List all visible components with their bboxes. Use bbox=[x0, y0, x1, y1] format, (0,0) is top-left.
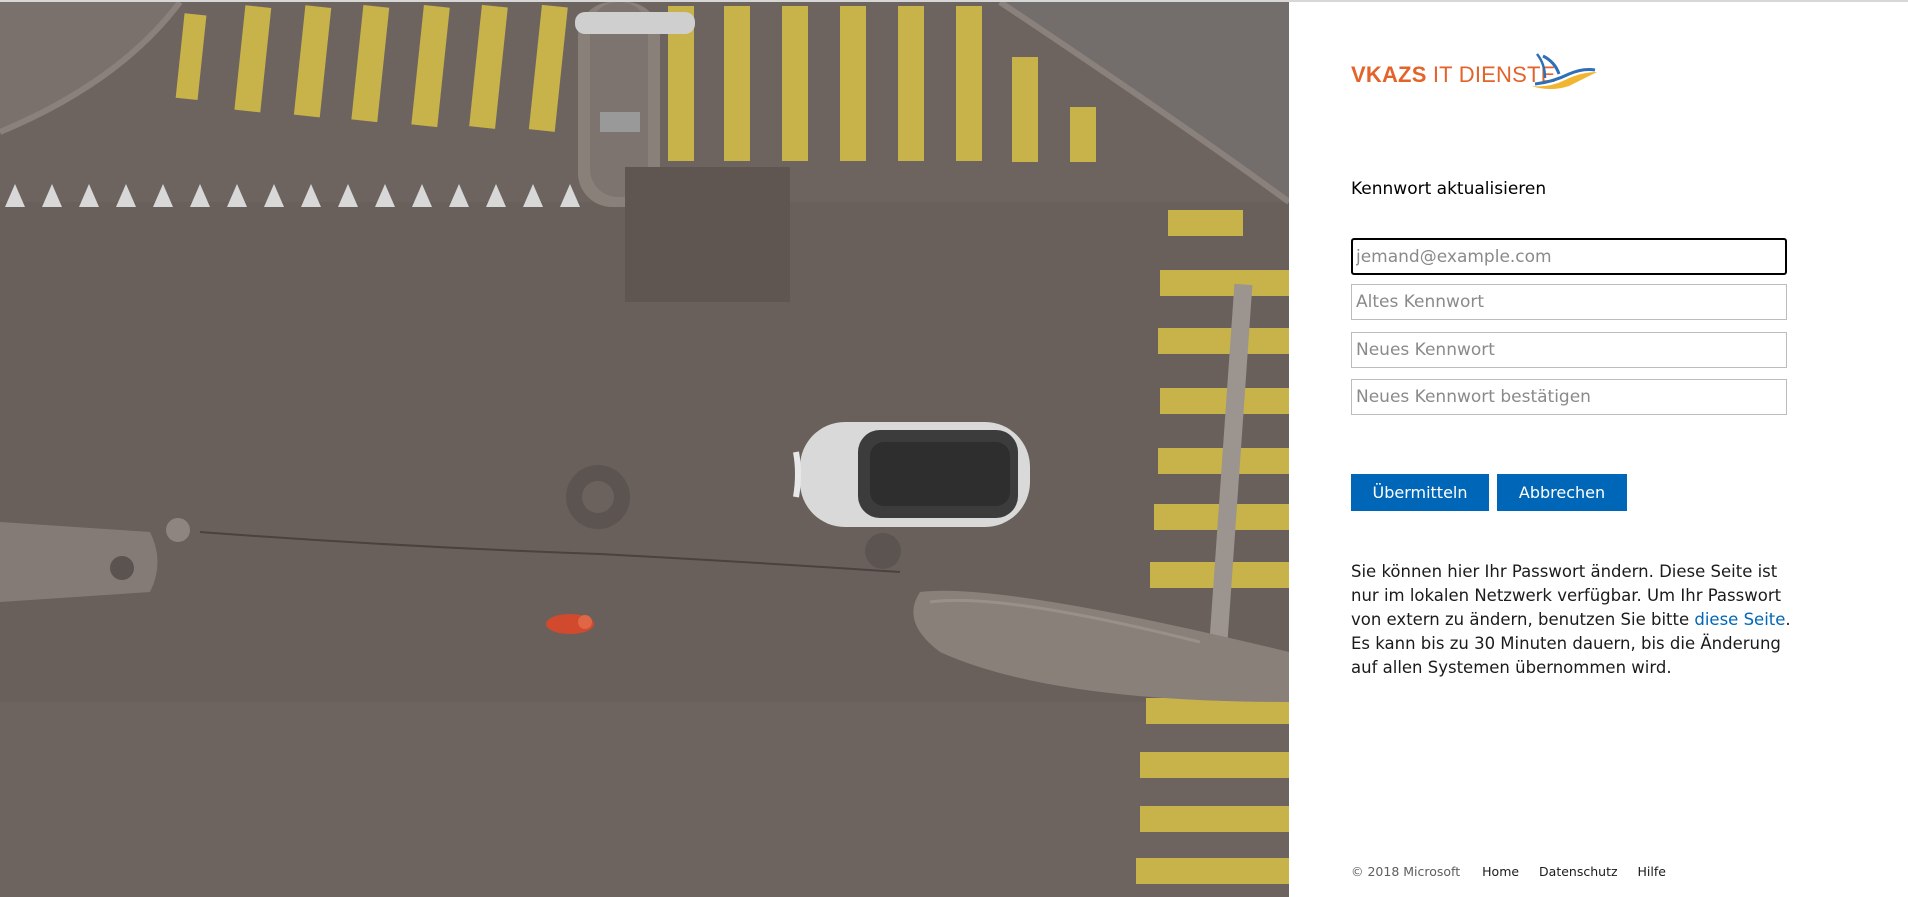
page-title: Kennwort aktualisieren bbox=[1351, 179, 1547, 199]
logo-brand-bold: VKAZS bbox=[1351, 62, 1427, 87]
background-illustration bbox=[0, 2, 1289, 897]
submit-button[interactable]: Übermitteln bbox=[1351, 474, 1489, 511]
footer-home-link[interactable]: Home bbox=[1482, 864, 1519, 879]
old-password-field[interactable] bbox=[1351, 284, 1787, 320]
new-password-field[interactable] bbox=[1351, 332, 1787, 368]
footer: © 2018 Microsoft Home Datenschutz Hilfe bbox=[1351, 864, 1682, 879]
info-text-duration: Es kann bis zu 30 Minuten dauern, bis di… bbox=[1351, 634, 1781, 677]
logo-text: VKAZS IT DIENSTE bbox=[1351, 62, 1556, 88]
password-update-panel: VKAZS IT DIENSTE Kennwort aktualisieren … bbox=[1289, 2, 1908, 897]
external-change-link[interactable]: diese Seite bbox=[1694, 610, 1785, 629]
cancel-button[interactable]: Abbrechen bbox=[1497, 474, 1627, 511]
confirm-password-field[interactable] bbox=[1351, 379, 1787, 415]
info-text-period: . bbox=[1785, 610, 1791, 629]
logo-swoosh-icon bbox=[1531, 53, 1597, 89]
company-logo: VKAZS IT DIENSTE bbox=[1351, 52, 1611, 100]
footer-help-link[interactable]: Hilfe bbox=[1638, 864, 1666, 879]
email-field[interactable] bbox=[1351, 238, 1787, 275]
info-text: Sie können hier Ihr Passwort ändern. Die… bbox=[1351, 560, 1797, 680]
aerial-street-crossing-image bbox=[0, 2, 1289, 897]
footer-privacy-link[interactable]: Datenschutz bbox=[1539, 864, 1618, 879]
footer-copyright: © 2018 Microsoft bbox=[1351, 864, 1461, 879]
